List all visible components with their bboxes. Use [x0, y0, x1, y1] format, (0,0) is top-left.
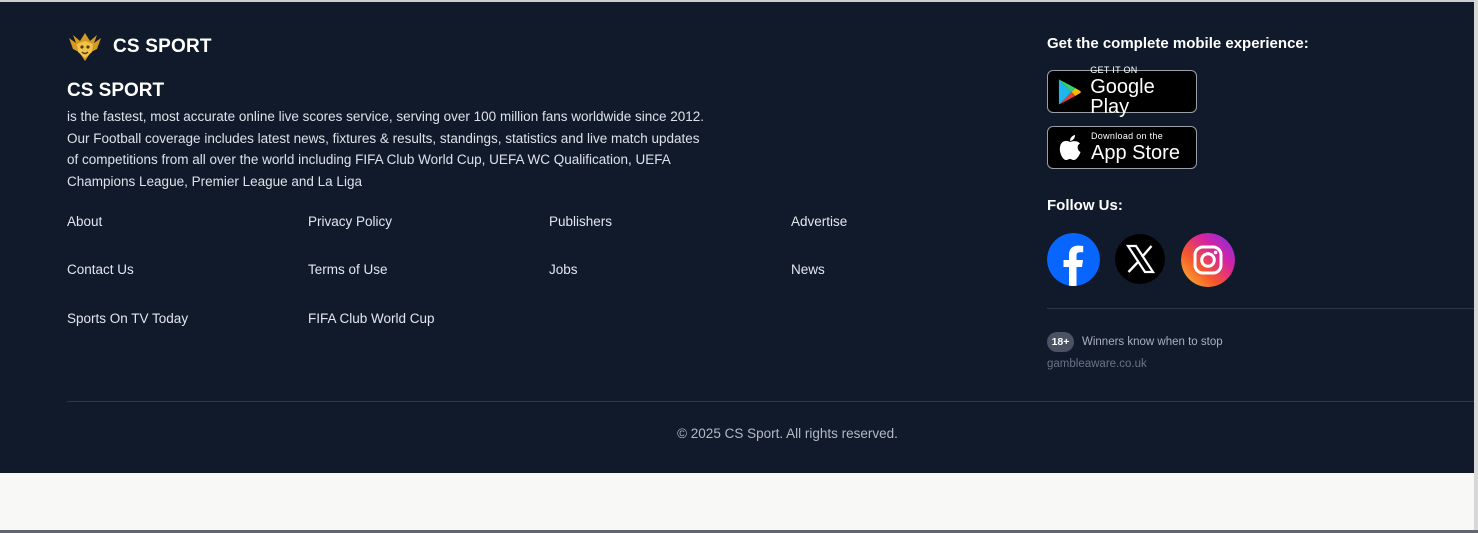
instagram-icon[interactable]	[1181, 233, 1235, 287]
google-play-button[interactable]: GET IT ON Google Play	[1047, 66, 1197, 117]
link-advertise[interactable]: Advertise	[791, 214, 847, 229]
x-icon[interactable]	[1115, 234, 1165, 284]
lion-crest-icon	[69, 33, 101, 61]
follow-us-title: Follow Us:	[1047, 197, 1123, 214]
link-about[interactable]: About	[67, 214, 102, 229]
link-fifa-club-world-cup[interactable]: FIFA Club World Cup	[308, 311, 435, 326]
brand-name: CS SPORT	[113, 36, 212, 57]
google-play-small-label: GET IT ON	[1090, 65, 1138, 75]
link-contact-us[interactable]: Contact Us	[67, 262, 134, 277]
link-news[interactable]: News	[791, 262, 825, 277]
google-play-label: Google Play	[1090, 76, 1155, 118]
brand-logo[interactable]: CS SPORT	[67, 32, 212, 62]
link-privacy-policy[interactable]: Privacy Policy	[308, 214, 392, 229]
footer-links: About Privacy Policy Publishers Advertis…	[67, 214, 1032, 334]
copyright-text: © 2025 CS Sport. All rights reserved.	[677, 426, 898, 441]
link-publishers[interactable]: Publishers	[549, 214, 612, 229]
link-sports-on-tv[interactable]: Sports On TV Today	[67, 311, 188, 326]
about-title: CS SPORT	[67, 80, 165, 101]
footer-bottom-divider	[67, 401, 1474, 402]
site-footer: CS SPORT CS SPORT is the fastest, most a…	[0, 2, 1474, 473]
google-play-icon	[1058, 78, 1081, 105]
app-store-button[interactable]: Download on the App Store	[1047, 126, 1197, 169]
responsible-gambling-message: Winners know when to stop	[1082, 336, 1223, 348]
link-terms-of-use[interactable]: Terms of Use	[308, 262, 388, 277]
apple-icon	[1059, 134, 1081, 160]
age-restriction-badge: 18+	[1047, 332, 1074, 352]
right-column-divider	[1047, 308, 1474, 309]
app-store-label: App Store	[1091, 142, 1180, 164]
link-jobs[interactable]: Jobs	[549, 262, 578, 277]
about-description: is the fastest, most accurate online liv…	[67, 109, 705, 189]
mobile-experience-title: Get the complete mobile experience:	[1047, 35, 1309, 52]
gambleaware-link[interactable]: gambleaware.co.uk	[1047, 358, 1147, 370]
app-store-small-label: Download on the	[1091, 131, 1164, 141]
responsible-gambling-row: 18+ Winners know when to stop	[1047, 332, 1223, 352]
window-right-border	[1474, 0, 1478, 533]
facebook-icon[interactable]	[1047, 233, 1100, 286]
